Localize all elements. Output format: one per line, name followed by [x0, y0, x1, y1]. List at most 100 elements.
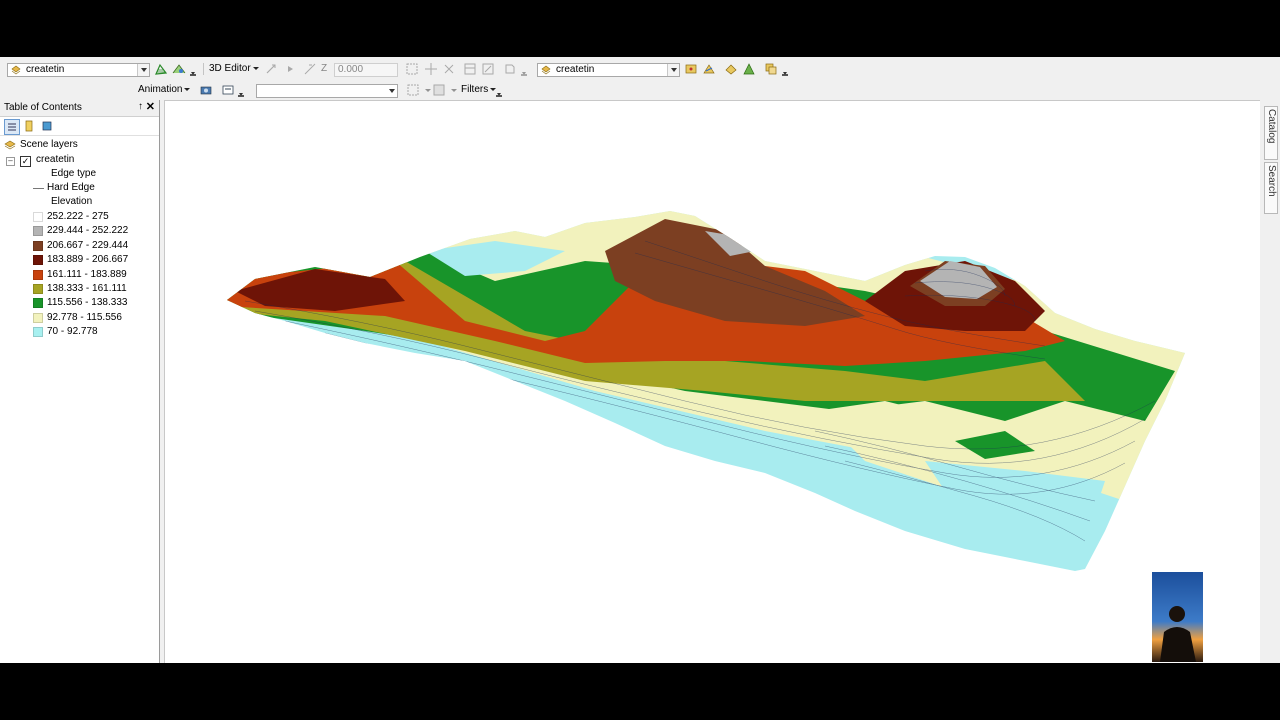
toc-title: Table of Contents: [4, 102, 82, 113]
legend-swatch[interactable]: [33, 313, 43, 323]
caret-down-icon[interactable]: [425, 89, 431, 92]
toolbar-row-2: Animation Filters: [0, 80, 1280, 102]
delete-icon[interactable]: [442, 62, 456, 76]
layer-select-left[interactable]: createtin: [7, 63, 150, 77]
editor-menu[interactable]: 3D Editor: [209, 62, 259, 76]
caret-down-icon[interactable]: [451, 89, 457, 92]
legend-label: 92.778 - 115.556: [47, 312, 122, 323]
animation-menu[interactable]: Animation: [138, 83, 191, 97]
toolbar-options-2[interactable]: [521, 67, 527, 76]
select-icon[interactable]: [406, 83, 420, 97]
attributes-icon[interactable]: [463, 62, 477, 76]
profile-graph-icon[interactable]: [742, 62, 756, 76]
edit-annotation-icon[interactable]: [503, 62, 517, 76]
layer-icon: [541, 65, 551, 75]
legend-swatch[interactable]: [33, 226, 43, 236]
animation-menu-label: Animation: [138, 84, 183, 95]
toolbar-options-5[interactable]: [496, 88, 502, 97]
toolbar-separator: [203, 63, 204, 75]
legend-swatch[interactable]: [33, 270, 43, 280]
sketch-tool-icon[interactable]: [303, 62, 317, 76]
webcam-thumbnail: [1152, 572, 1203, 662]
filter-icon[interactable]: [432, 83, 446, 97]
list-by-drawing-order-icon[interactable]: [4, 119, 20, 135]
toc-header: Table of Contents ↑ ✕: [0, 100, 159, 117]
tin-contour-icon[interactable]: [154, 62, 168, 76]
collapse-icon[interactable]: –: [6, 157, 15, 166]
close-icon[interactable]: ✕: [146, 100, 155, 113]
layer-icon: [11, 65, 21, 75]
terrain-layers: [227, 211, 1185, 571]
top-letterbox: [0, 0, 1280, 57]
editor-menu-label: 3D Editor: [209, 63, 251, 74]
legend-label: 229.444 - 252.222: [47, 225, 129, 236]
move-tool-icon[interactable]: [424, 62, 438, 76]
search-tab-label: Search: [1266, 165, 1277, 197]
edge-type-heading: Edge type: [51, 168, 97, 179]
elevation-heading: Elevation: [51, 196, 93, 207]
caret-down-icon: [184, 87, 191, 91]
legend-swatch[interactable]: [33, 255, 43, 265]
play-icon[interactable]: [283, 62, 297, 76]
chevron-down-icon[interactable]: [667, 64, 679, 76]
select-frame-icon[interactable]: [405, 62, 419, 76]
edit-vertices-icon[interactable]: [264, 62, 278, 76]
legend-label: 161.111 - 183.889: [47, 269, 127, 280]
pin-icon[interactable]: ↑: [138, 101, 143, 112]
layer-select-right[interactable]: createtin: [537, 63, 680, 77]
toc-toolbar: [0, 117, 159, 136]
clip-icon[interactable]: [221, 83, 235, 97]
z-label: Z: [321, 63, 328, 74]
chevron-down-icon[interactable]: [386, 85, 397, 97]
layer-visibility-checkbox[interactable]: ✓: [20, 156, 31, 167]
legend-swatch[interactable]: [33, 327, 43, 337]
legend-label: 115.556 - 138.333: [47, 297, 128, 308]
z-value-text: 0.000: [338, 64, 364, 75]
list-by-source-icon[interactable]: [22, 119, 36, 133]
legend-label: 206.667 - 229.444: [47, 240, 129, 251]
camera-icon[interactable]: [199, 83, 213, 97]
legend-label: 252.222 - 275: [47, 211, 109, 222]
chevron-down-icon[interactable]: [137, 64, 149, 76]
layer-select-right-value: createtin: [556, 64, 595, 75]
hard-edge-line-symbol: [33, 188, 44, 189]
legend-swatch[interactable]: [33, 212, 43, 222]
legend-swatch[interactable]: [33, 298, 43, 308]
filters-menu-label: Filters: [461, 84, 489, 95]
filters-menu[interactable]: Filters: [461, 83, 497, 97]
right-dock: Catalog Search: [1262, 102, 1280, 663]
tin-surface[interactable]: [165, 101, 1260, 663]
layer-select-left-value: createtin: [26, 64, 65, 75]
scene-layers-label[interactable]: Scene layers: [20, 139, 78, 151]
toolbar-options-3[interactable]: [782, 67, 788, 76]
interpolate-polygon-icon[interactable]: [724, 62, 738, 76]
legend-label: 138.333 - 161.111: [47, 283, 127, 294]
steepest-path-icon[interactable]: [172, 62, 186, 76]
list-by-visibility-icon[interactable]: [40, 119, 54, 133]
toolbar-options-1[interactable]: [190, 67, 196, 76]
table-of-contents-panel: Table of Contents ↑ ✕ Scene layers – ✓ c…: [0, 100, 160, 663]
hard-edge-label: Hard Edge: [47, 182, 95, 193]
legend-swatch[interactable]: [33, 241, 43, 251]
caret-down-icon: [252, 66, 259, 70]
z-value-field[interactable]: 0.000: [334, 63, 398, 77]
legend-label: 183.889 - 206.667: [47, 254, 129, 265]
search-tab[interactable]: Search: [1264, 162, 1278, 214]
webcam-image: [1152, 572, 1203, 662]
bottom-letterbox: [0, 663, 1280, 720]
arcscene-window: createtin 3D Editor Z 0.000 createtin An…: [0, 57, 1280, 663]
catalog-tab[interactable]: Catalog: [1264, 106, 1278, 160]
interpolate-point-icon[interactable]: [684, 62, 698, 76]
scene-layers-icon: [4, 140, 16, 150]
scene-view[interactable]: [164, 100, 1260, 663]
toolbar-row-1: createtin 3D Editor Z 0.000 createtin: [0, 59, 1280, 81]
search-combo[interactable]: [256, 84, 398, 98]
legend-swatch[interactable]: [33, 284, 43, 294]
legend-label: 70 - 92.778: [47, 326, 98, 337]
layer-name[interactable]: createtin: [36, 154, 74, 166]
sketch-properties-icon[interactable]: [481, 62, 495, 76]
tools-multi-icon[interactable]: [764, 62, 778, 76]
interpolate-line-icon[interactable]: [702, 62, 716, 76]
catalog-tab-label: Catalog: [1266, 109, 1277, 144]
toolbar-options-4[interactable]: [238, 88, 244, 97]
